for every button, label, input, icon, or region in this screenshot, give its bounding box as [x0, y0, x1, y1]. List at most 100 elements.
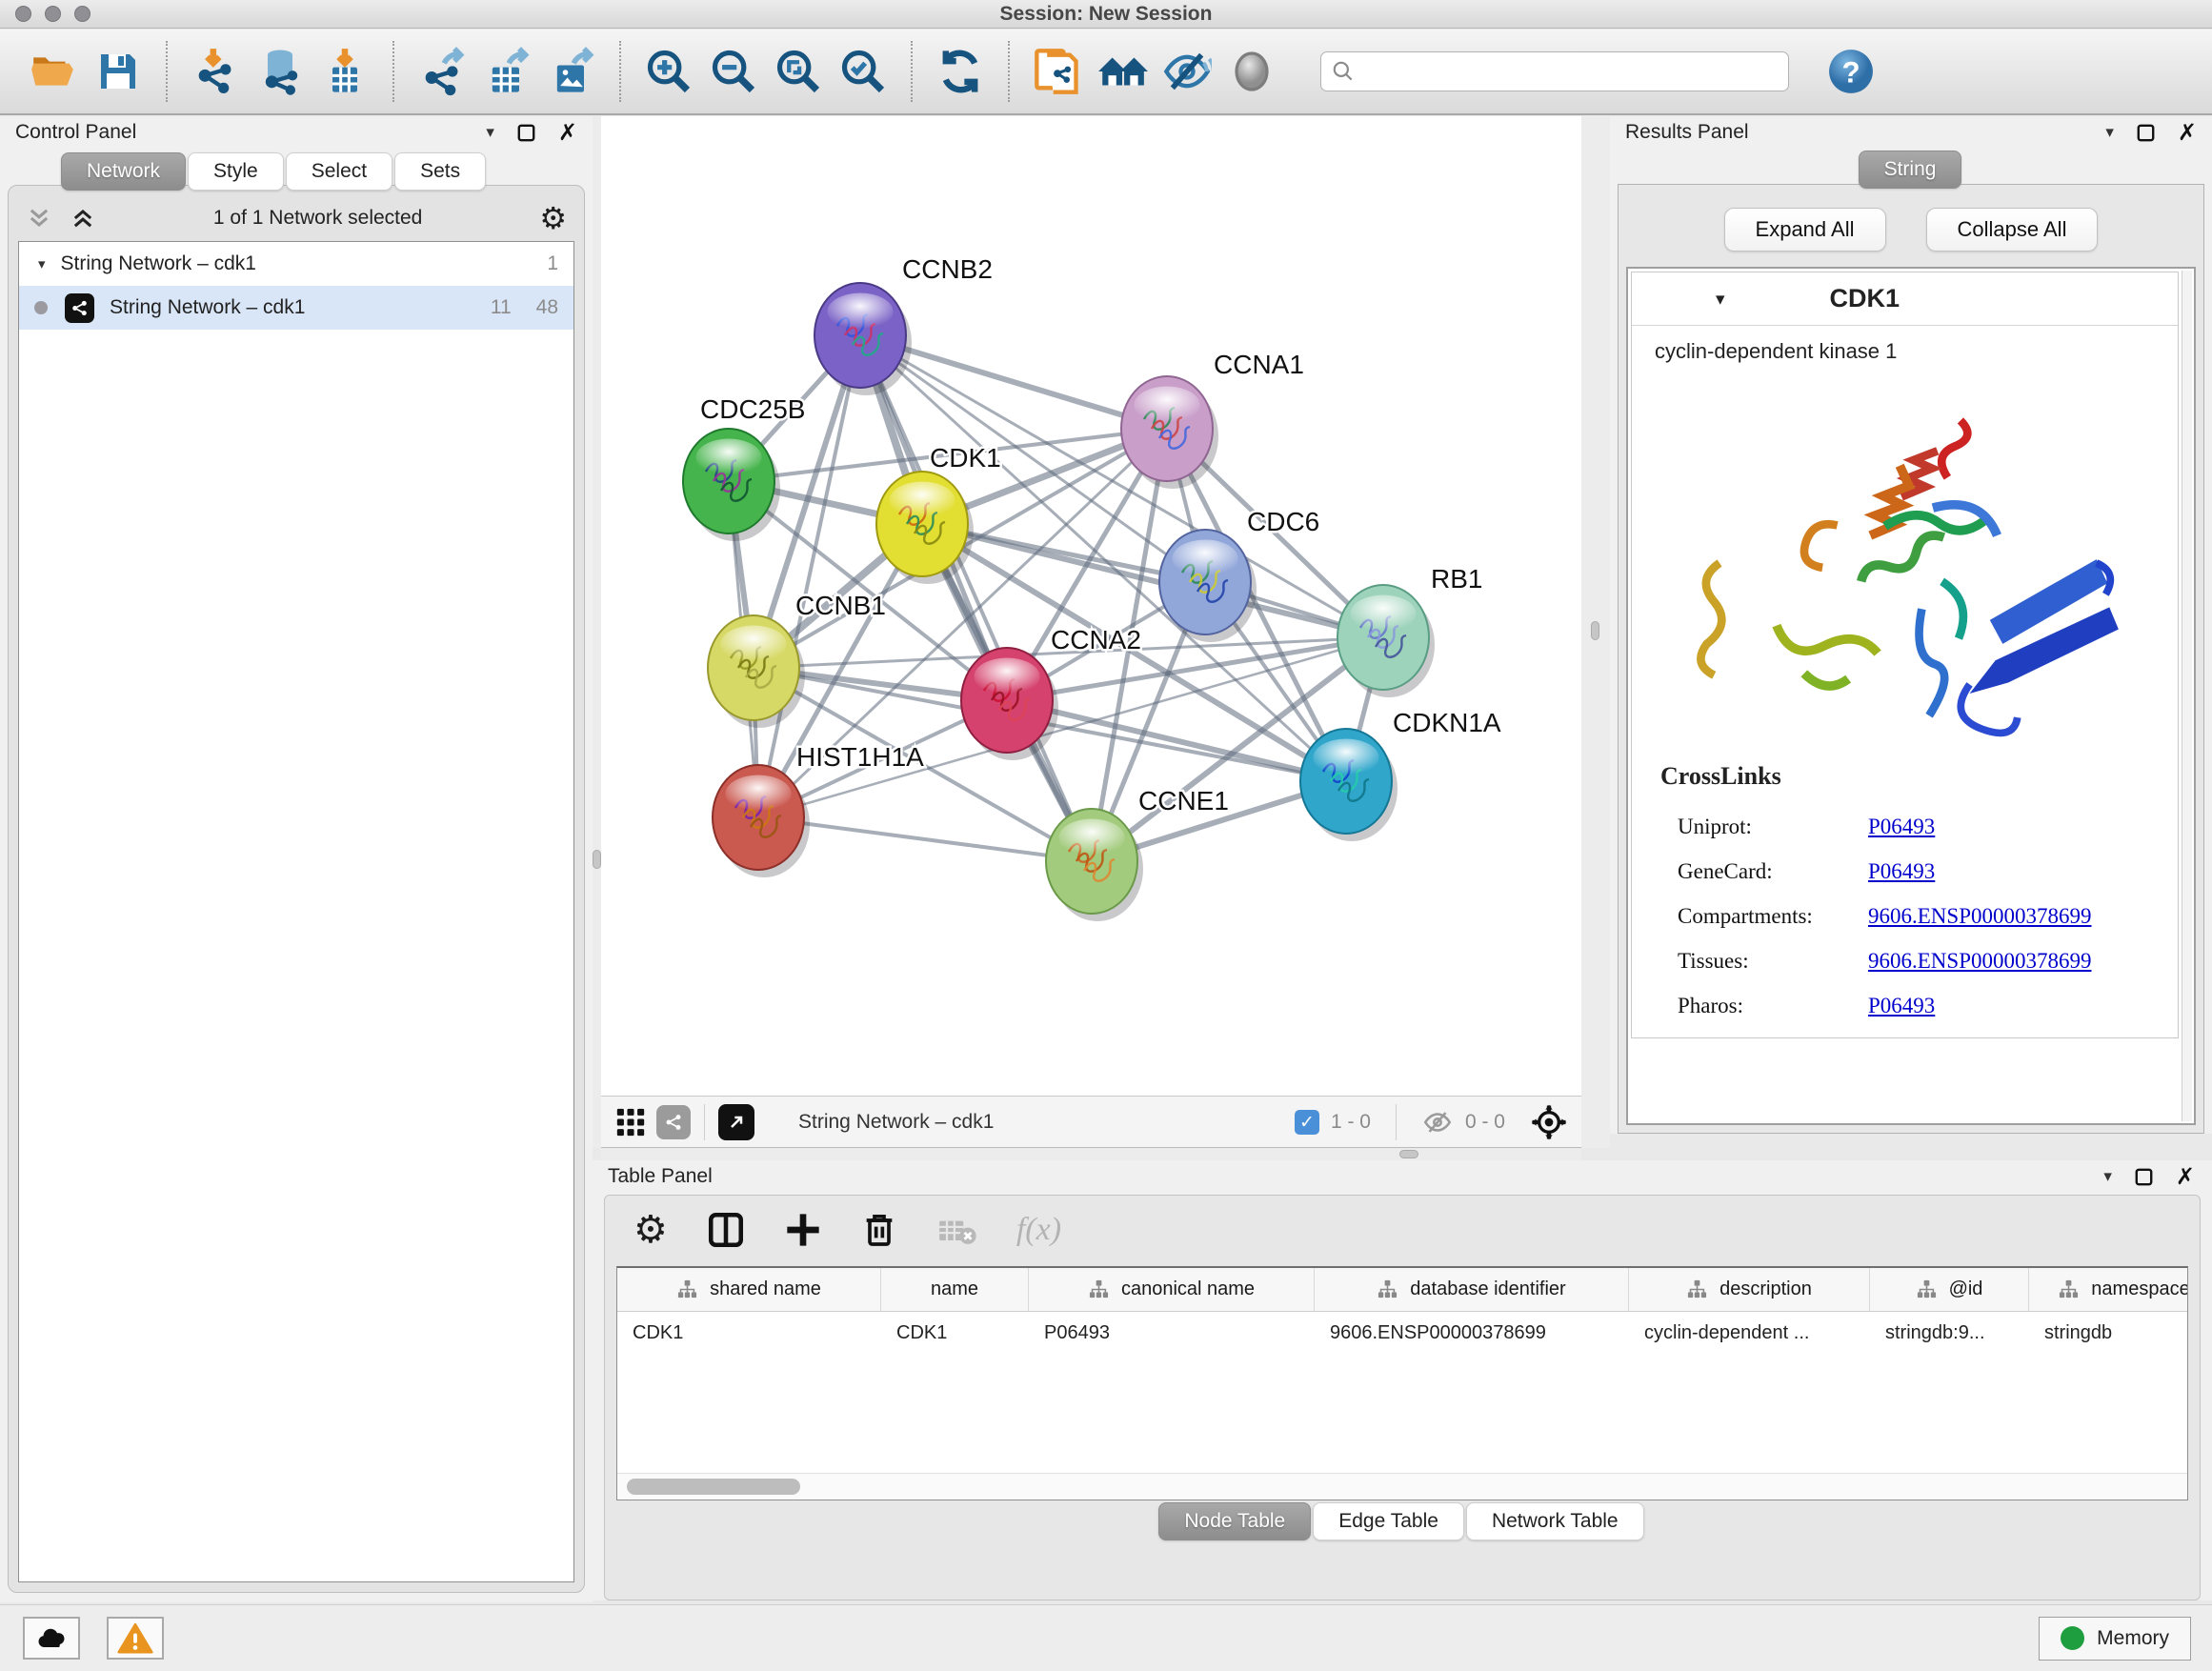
- clone-network-button[interactable]: [1030, 42, 1085, 101]
- column-header-description[interactable]: description: [1629, 1268, 1870, 1311]
- delete-column-trash-icon[interactable]: [860, 1211, 898, 1249]
- horizontal-splitter[interactable]: [601, 1149, 1581, 1160]
- table-cell[interactable]: CDK1: [881, 1322, 1029, 1344]
- scrollbar-thumb[interactable]: [627, 1479, 800, 1495]
- zoom-in-button[interactable]: [641, 42, 696, 101]
- import-network-from-database-button[interactable]: [252, 42, 308, 101]
- search-field[interactable]: [1320, 51, 1789, 91]
- crosslink-link[interactable]: 9606.ENSP00000378699: [1868, 894, 2092, 938]
- close-panel-icon[interactable]: ✗: [558, 121, 577, 144]
- left-splitter-handle[interactable]: [593, 850, 601, 869]
- table-options-gear-icon[interactable]: ⚙: [633, 1211, 668, 1249]
- section-expander-icon[interactable]: ▾: [1716, 289, 1725, 310]
- export-image-button[interactable]: [544, 42, 599, 101]
- edge-CDK1-RB1[interactable]: [922, 524, 1383, 637]
- left-splitter[interactable]: [593, 116, 601, 1148]
- node-CDC25B[interactable]: CDC25B: [683, 394, 805, 541]
- column-header-namespace[interactable]: namespace: [2029, 1268, 2188, 1311]
- column-header-id[interactable]: @id: [1870, 1268, 2029, 1311]
- crosslink-link[interactable]: P06493: [1868, 849, 1935, 894]
- crosslink-link[interactable]: P06493: [1868, 804, 1935, 849]
- show-columns-icon[interactable]: [706, 1210, 746, 1250]
- results-vertical-scrollbar[interactable]: [2182, 271, 2192, 1121]
- table-horizontal-scrollbar[interactable]: [617, 1473, 2187, 1500]
- gene-section-header[interactable]: ▾ CDK1: [1632, 272, 2178, 326]
- expand-all-button[interactable]: Expand All: [1724, 208, 1886, 252]
- node-CDKN1A[interactable]: CDKN1A: [1300, 708, 1501, 841]
- tab-style[interactable]: Style: [188, 152, 284, 191]
- expand-all-icon[interactable]: [70, 205, 96, 232]
- panel-menu-caret-icon[interactable]: ▾: [2103, 1169, 2112, 1185]
- node-CCNA1[interactable]: CCNA1: [1121, 350, 1304, 489]
- table-cell[interactable]: 9606.ENSP00000378699: [1315, 1322, 1629, 1344]
- network-options-gear-icon[interactable]: ⚙: [539, 203, 567, 233]
- save-session-button[interactable]: [90, 42, 146, 101]
- import-table-from-file-button[interactable]: [317, 42, 372, 101]
- tab-network[interactable]: Network: [61, 152, 186, 191]
- add-column-icon[interactable]: [784, 1211, 822, 1249]
- memory-button[interactable]: Memory: [2039, 1617, 2191, 1661]
- help-button[interactable]: ?: [1823, 42, 1879, 101]
- zoom-fit-button[interactable]: [771, 42, 826, 101]
- node-CCNE1[interactable]: CCNE1: [1046, 786, 1229, 921]
- node-CDC6[interactable]: CDC6: [1159, 507, 1319, 642]
- hide-graphics-button[interactable]: [1159, 42, 1215, 101]
- right-splitter[interactable]: [1581, 116, 1610, 1148]
- selected-checkbox-icon[interactable]: ✓: [1295, 1110, 1319, 1135]
- collapse-all-button[interactable]: Collapse All: [1926, 208, 2099, 252]
- zoom-selected-button[interactable]: [835, 42, 891, 101]
- export-table-button[interactable]: [479, 42, 534, 101]
- search-input[interactable]: [1363, 61, 1779, 83]
- float-panel-icon[interactable]: [2135, 1168, 2153, 1186]
- tab-select[interactable]: Select: [286, 152, 392, 191]
- open-session-button[interactable]: [26, 42, 81, 101]
- tab-sets[interactable]: Sets: [394, 152, 486, 191]
- crosslink-link[interactable]: P06493: [1868, 983, 1935, 1028]
- tab-edge-table[interactable]: Edge Table: [1313, 1502, 1464, 1540]
- column-header-name[interactable]: name: [881, 1268, 1029, 1311]
- network-graph[interactable]: CCNB2CCNA1CDC25BCDK1CDC6RB1CCNB1CCNA2CDK…: [601, 116, 1581, 1096]
- column-header-canonical-name[interactable]: canonical name: [1029, 1268, 1315, 1311]
- tab-string[interactable]: String: [1859, 151, 1962, 189]
- crosslink-link[interactable]: 9606.ENSP00000378699: [1868, 938, 2092, 983]
- network-row[interactable]: String Network – cdk1 11 48: [19, 286, 573, 330]
- birdseye-grid-icon[interactable]: [614, 1106, 647, 1138]
- show-graphics-button[interactable]: [1224, 42, 1279, 101]
- collapse-all-icon[interactable]: [26, 205, 52, 232]
- cloud-status-button[interactable]: [23, 1617, 80, 1660]
- horizontal-splitter-handle[interactable]: [1399, 1150, 1418, 1158]
- collection-expander-icon[interactable]: ▾: [38, 257, 46, 272]
- close-panel-icon[interactable]: ✗: [2176, 1165, 2195, 1188]
- warnings-button[interactable]: [107, 1617, 164, 1660]
- edge-CCNB2-CCNE1[interactable]: [860, 335, 1092, 861]
- table-row[interactable]: CDK1CDK1P064939606.ENSP00000378699cyclin…: [617, 1312, 2187, 1354]
- hidden-eye-icon[interactable]: [1421, 1106, 1454, 1138]
- table-cell[interactable]: cyclin-dependent ...: [1629, 1322, 1870, 1344]
- zoom-out-button[interactable]: [706, 42, 761, 101]
- network-collection-row[interactable]: ▾ String Network – cdk1 1: [19, 242, 573, 286]
- import-network-from-file-button[interactable]: [188, 42, 243, 101]
- node-CCNB1[interactable]: CCNB1: [708, 591, 886, 728]
- table-cell[interactable]: P06493: [1029, 1322, 1315, 1344]
- table-cell[interactable]: stringdb:9...: [1870, 1322, 2029, 1344]
- close-panel-icon[interactable]: ✗: [2178, 121, 2197, 144]
- tab-network-table[interactable]: Network Table: [1466, 1502, 1644, 1540]
- network-view-canvas[interactable]: CCNB2CCNA1CDC25BCDK1CDC6RB1CCNB1CCNA2CDK…: [601, 116, 1581, 1096]
- panel-menu-caret-icon[interactable]: ▾: [2105, 125, 2114, 141]
- float-panel-icon[interactable]: [2137, 124, 2155, 142]
- tab-node-table[interactable]: Node Table: [1158, 1502, 1311, 1540]
- export-network-button[interactable]: [414, 42, 470, 101]
- string-style-button[interactable]: [656, 1105, 691, 1139]
- column-header-database-identifier[interactable]: database identifier: [1315, 1268, 1629, 1311]
- right-splitter-handle[interactable]: [1591, 621, 1599, 640]
- refresh-view-button[interactable]: [933, 42, 988, 101]
- node-HIST1H1A[interactable]: HIST1H1A: [713, 742, 924, 877]
- float-panel-icon[interactable]: [517, 124, 535, 142]
- open-cybrowser-button[interactable]: [1095, 42, 1150, 101]
- panel-menu-caret-icon[interactable]: ▾: [486, 125, 494, 141]
- table-cell[interactable]: stringdb: [2029, 1322, 2188, 1344]
- open-in-new-window-button[interactable]: [718, 1104, 754, 1140]
- table-cell[interactable]: CDK1: [617, 1322, 881, 1344]
- node-RB1[interactable]: RB1: [1337, 564, 1482, 697]
- crosshair-icon[interactable]: [1530, 1103, 1568, 1141]
